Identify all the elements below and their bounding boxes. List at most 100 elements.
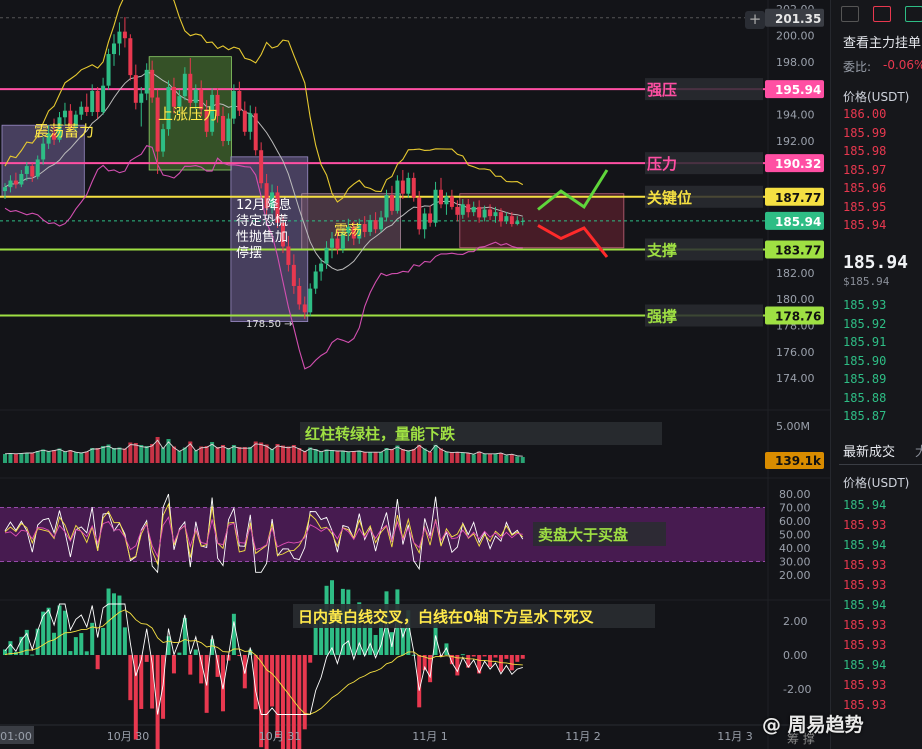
volume-bar [460,452,465,463]
candle-body [439,189,443,205]
macd-bar [215,655,220,677]
price-tick: 182.00 [776,267,815,280]
macd-bar [30,654,35,656]
macd-bar [188,655,193,675]
volume-bar [193,450,198,463]
volume-bar [122,448,127,463]
volume-bar [161,447,166,463]
macd-tick: 2.00 [783,615,808,628]
volume-bar [19,453,24,463]
volume-bar [498,453,503,463]
volume-bar [13,454,18,463]
volume-bar [346,451,351,463]
candle-body [373,220,378,230]
volume-bar [237,447,242,463]
volume-bar [90,448,95,463]
volume-bar [449,452,454,463]
orderbook-icon[interactable] [841,6,859,22]
candle-body [41,143,46,160]
candle-body [400,180,405,194]
macd-bar [117,595,122,655]
candle-body [428,213,433,223]
candle-body [444,196,449,205]
x-tick: 11月 2 [565,730,601,743]
bids-only-icon[interactable] [873,6,891,22]
volume-bar [340,450,345,463]
candle-body [226,118,231,142]
candle-body [286,246,291,265]
volume-bar [302,451,307,463]
volume-bar [79,453,84,463]
volume-bar [444,451,449,463]
add-indicator-button[interactable]: + [745,11,765,29]
volume-bar [357,450,362,463]
volume-bar [182,447,187,463]
ratio-label: 委比: [843,60,872,74]
candle-body [193,89,198,103]
candle-body [79,106,84,115]
level-label: 强撑 [647,308,677,326]
volume-bar [270,449,275,463]
price-tick: 192.00 [776,135,815,148]
level-label: 强压 [647,81,677,99]
volume-bar [242,447,247,463]
candle-body [139,93,144,103]
annotation-text: 震荡 [334,223,362,239]
candle-body [24,166,29,174]
candle-body [291,264,296,286]
candle-body [417,197,422,230]
candle-body [520,220,525,222]
volume-bar [52,450,57,463]
candle-body [493,212,498,217]
macd-bar [362,625,367,655]
rsi-tick: 50.00 [779,529,811,542]
asks-only-icon[interactable] [905,6,922,22]
macd-bar [128,655,133,701]
volume-bar [117,447,122,463]
volume-bar [509,454,514,463]
volume-bar [379,452,384,463]
price-chart[interactable]: 强压 压力 关键位 支撑 强撑 震荡蓄力 上涨压力 12月降息 待定恐慌 性抛售加 停摆 震荡 178.… [0,0,830,749]
volume-bar [335,450,340,463]
rsi-tick: 30.00 [779,556,811,569]
volume-bar [520,457,525,463]
volume-bar [150,444,155,463]
volume-bar [73,452,78,463]
candle-body [95,90,100,113]
ratio-value: -0.06% [883,58,922,72]
price-tick: 198.00 [776,56,815,69]
price-label: 183.77 [775,243,821,257]
volume-bar [144,446,149,463]
macd-bar [193,649,198,655]
candle-body [308,288,313,313]
x-tick: 10月 30 [107,730,150,743]
candle-body [498,212,503,222]
volume-bar [133,443,138,463]
volume-bar [46,451,51,463]
candle-body [188,73,193,103]
candle-body [13,180,18,185]
candle-body [231,90,236,119]
price-tick: 174.00 [776,372,815,385]
candle-body [101,85,106,113]
candle-body [313,271,318,289]
price-label: 178.76 [775,310,821,324]
candle-body [330,238,334,248]
candle-body [422,213,427,230]
macd-bar [84,651,89,655]
candle-body [411,177,416,198]
volume-bar [84,451,89,463]
level-label: 支撑 [646,241,677,259]
candle-body [319,263,324,272]
volume-bar [177,451,182,463]
low-price-marker: 178.50 → [246,319,293,330]
volume-bar [286,446,291,463]
macd-bar [57,605,62,655]
candle-body [19,173,24,185]
candle-body [112,43,116,55]
candle-body [117,31,122,44]
macd-bar [308,655,313,663]
candle-body [3,187,7,192]
volume-bar [291,445,296,463]
macd-bar [498,655,503,672]
